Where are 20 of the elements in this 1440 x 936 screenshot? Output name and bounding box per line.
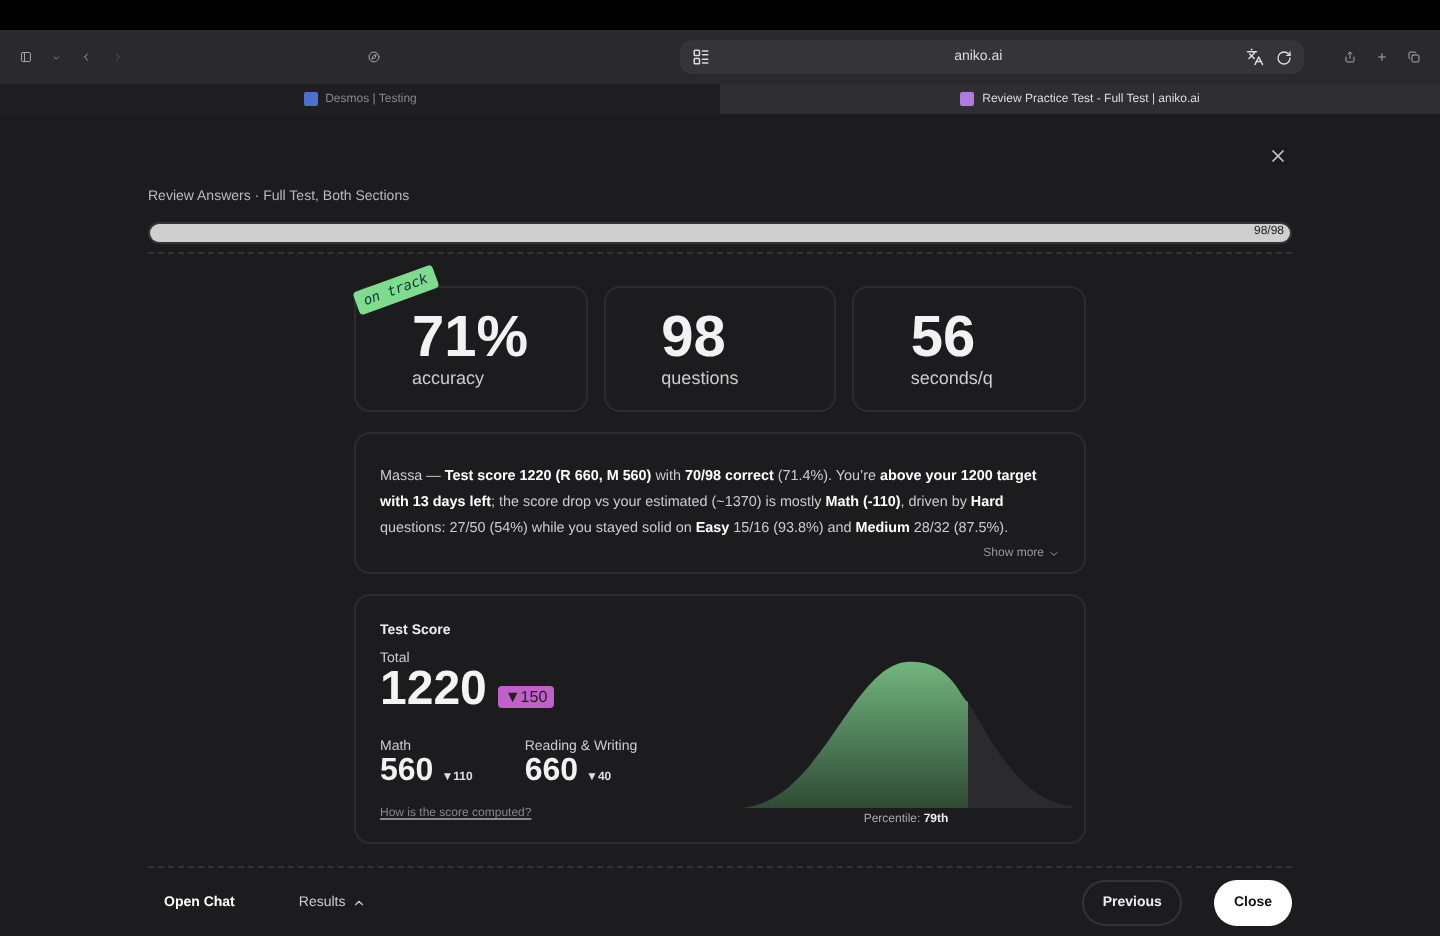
stat-value: 56 bbox=[910, 308, 978, 368]
sidebar-icon[interactable] bbox=[20, 46, 32, 68]
stat-label: accuracy bbox=[412, 368, 487, 388]
chevron-down-icon bbox=[1048, 548, 1060, 560]
delta-badge: ▼150 bbox=[498, 686, 554, 708]
translate-icon[interactable] bbox=[1246, 48, 1265, 66]
stat-label: questions bbox=[661, 368, 741, 388]
section-score: 660 bbox=[524, 754, 579, 788]
stat-value: 98 bbox=[661, 308, 728, 368]
compass-icon[interactable] bbox=[368, 46, 381, 68]
total-score: 1220 bbox=[380, 666, 487, 714]
favicon-icon bbox=[960, 92, 975, 106]
page-menu-icon[interactable] bbox=[692, 48, 711, 66]
reload-icon[interactable] bbox=[1276, 49, 1293, 65]
tabs-overview-icon[interactable] bbox=[1408, 46, 1420, 68]
chevron-up-icon bbox=[351, 896, 366, 910]
stat-label: seconds/q bbox=[910, 368, 995, 388]
favicon-icon bbox=[303, 92, 318, 106]
section-score: 560 bbox=[380, 754, 434, 788]
close-icon[interactable] bbox=[1268, 146, 1288, 166]
